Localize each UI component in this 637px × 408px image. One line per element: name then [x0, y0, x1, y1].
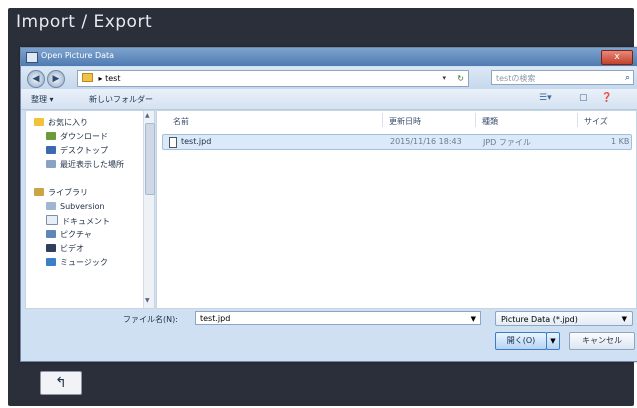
file-size: 1 KB	[611, 137, 630, 146]
address-bar[interactable]: ▸ test ▾ ↻	[77, 70, 469, 87]
refresh-icon[interactable]: ↻	[457, 71, 464, 86]
nav-library[interactable]: ライブラリ	[34, 187, 88, 199]
videos-icon	[46, 244, 56, 252]
recent-places-icon	[46, 160, 56, 168]
column-header-size[interactable]: サイズ	[584, 116, 608, 127]
scroll-thumb[interactable]	[145, 123, 155, 195]
scroll-up-icon[interactable]: ▲	[145, 112, 150, 119]
star-icon	[34, 118, 44, 126]
open-button[interactable]: 開く(O)	[495, 332, 547, 350]
library-icon	[34, 188, 44, 196]
filename-dropdown-icon[interactable]: ▼	[471, 312, 476, 326]
dialog-titlebar[interactable]: Open Picture Data x	[21, 48, 637, 66]
download-folder-icon	[46, 132, 56, 140]
preview-pane-icon[interactable]: ▢	[579, 93, 588, 103]
column-divider[interactable]	[382, 113, 383, 127]
breadcrumb-path[interactable]: test	[105, 74, 120, 83]
search-placeholder: testの検索	[496, 74, 536, 83]
nav-pictures[interactable]: ピクチャ	[46, 229, 92, 241]
column-header-name[interactable]: 名前	[173, 116, 189, 127]
filename-value: test.jpd	[200, 314, 231, 323]
navigation-pane: お気に入り ダウンロード デスクトップ 最近表示した場所 ライブラリ Subve…	[25, 110, 155, 309]
nav-favorites[interactable]: お気に入り	[34, 117, 88, 129]
organize-menu[interactable]: 整理 ▾	[31, 94, 54, 105]
file-type: JPD ファイル	[483, 138, 531, 147]
search-input[interactable]: testの検索 ⌕	[491, 70, 634, 85]
close-button[interactable]: x	[601, 50, 633, 65]
open-dialog: Open Picture Data x ◀ ▶ ▸ test ▾ ↻ testの…	[20, 47, 637, 362]
music-icon	[46, 258, 56, 266]
pictures-icon	[46, 230, 56, 238]
nav-music[interactable]: ミュージック	[46, 257, 108, 269]
nav-subversion[interactable]: Subversion	[46, 201, 105, 213]
nav-documents[interactable]: ドキュメント	[46, 215, 110, 227]
dialog-title: Open Picture Data	[41, 51, 115, 60]
address-row: ◀ ▶ ▸ test ▾ ↻ testの検索 ⌕	[21, 67, 637, 89]
file-list: 名前 更新日時 種類 サイズ test.jpd 2015/11/16 18:43…	[156, 110, 637, 309]
return-arrow-icon[interactable]: ↰	[40, 371, 82, 395]
toolbar: 整理 ▾ 新しいフォルダー ☰▾ ▢ ❓	[21, 89, 637, 110]
new-folder-button[interactable]: 新しいフォルダー	[89, 94, 153, 105]
file-modified: 2015/11/16 18:43	[390, 137, 462, 146]
page-title: Import / Export	[16, 12, 153, 32]
column-divider[interactable]	[475, 113, 476, 127]
desktop-icon	[46, 146, 56, 154]
scroll-down-icon[interactable]: ▼	[145, 297, 150, 304]
back-nav-icon[interactable]: ◀	[27, 70, 45, 88]
nav-downloads[interactable]: ダウンロード	[46, 131, 108, 143]
nav-videos[interactable]: ビデオ	[46, 243, 84, 255]
subversion-icon	[46, 202, 56, 210]
column-header-modified[interactable]: 更新日時	[389, 116, 421, 127]
search-icon[interactable]: ⌕	[625, 71, 630, 86]
nav-desktop[interactable]: デスクトップ	[46, 145, 108, 157]
filename-field[interactable]: test.jpd ▼	[195, 311, 481, 325]
address-dropdown-icon[interactable]: ▾	[442, 71, 446, 86]
view-options-icon[interactable]: ☰▾	[539, 93, 552, 103]
folder-icon	[82, 73, 93, 82]
open-options-icon[interactable]: ▼	[546, 332, 560, 350]
filetype-dropdown-icon[interactable]: ▼	[622, 312, 627, 327]
column-divider[interactable]	[577, 113, 578, 127]
breadcrumb-separator: ▸	[98, 74, 103, 83]
window-icon	[26, 52, 38, 63]
file-name: test.jpd	[181, 137, 212, 146]
filename-label: ファイル名(N):	[123, 315, 178, 324]
cancel-button[interactable]: キャンセル	[569, 332, 635, 350]
help-icon[interactable]: ❓	[601, 93, 612, 103]
documents-icon	[46, 215, 58, 225]
forward-nav-icon[interactable]: ▶	[47, 70, 65, 88]
nav-scrollbar[interactable]: ▲ ▼	[143, 111, 155, 308]
nav-recent[interactable]: 最近表示した場所	[46, 159, 124, 171]
column-header-type[interactable]: 種類	[482, 116, 498, 127]
filetype-value: Picture Data (*.jpd)	[501, 315, 578, 324]
file-icon	[169, 137, 177, 148]
filetype-select[interactable]: Picture Data (*.jpd) ▼	[495, 311, 633, 326]
file-row[interactable]: test.jpd 2015/11/16 18:43 JPD ファイル 1 KB	[162, 134, 632, 150]
